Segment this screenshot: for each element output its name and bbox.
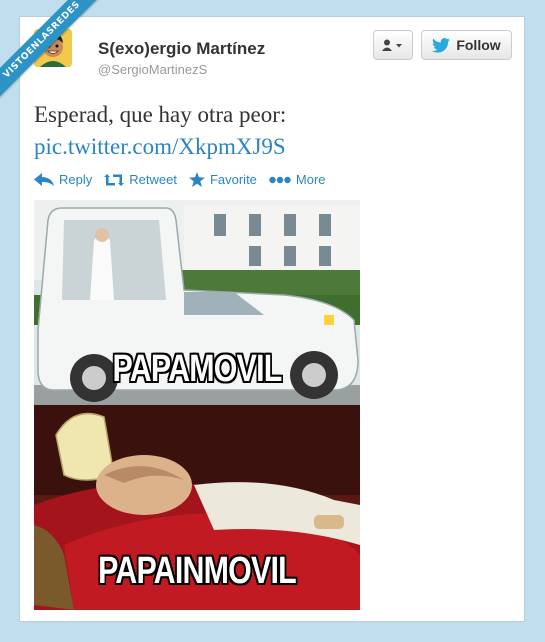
twitter-bird-icon [432,37,451,53]
reply-icon [34,172,54,186]
retweet-label: Retweet [129,172,177,187]
more-action[interactable]: More [269,172,326,187]
display-name[interactable]: S(exo)ergio Martínez [98,39,265,59]
reply-label: Reply [59,172,93,187]
user-dropdown-icon [382,39,402,51]
meme-caption-top: PAPAMOVIL [112,348,282,390]
follow-label: Follow [456,37,501,53]
more-icon [269,176,291,183]
follow-button[interactable]: Follow [421,30,512,60]
retweet-icon [104,173,125,186]
watermark-ribbon: VISTOENLASREDES [0,0,110,110]
screen-name[interactable]: @SergioMartinezS [98,62,207,77]
retweet-action[interactable]: Retweet [104,172,177,187]
tweet-actions: Reply Retweet Favorite More [34,172,326,187]
star-icon [188,172,205,187]
watermark-text: VISTOENLASREDES [0,0,106,104]
meme-panel-bottom: PAPAINMOVIL [34,405,360,610]
meme-caption-bottom: PAPAINMOVIL [98,550,297,592]
reply-action[interactable]: Reply [34,172,92,187]
tweet-media-link[interactable]: pic.twitter.com/XkpmXJ9S [34,131,286,163]
more-label: More [295,172,326,187]
favorite-action[interactable]: Favorite [188,172,257,187]
meme-panel-top: PAPAMOVIL [34,200,360,405]
favorite-label: Favorite [209,172,257,187]
tweet-media[interactable]: PAPAMOVIL PAPAINMOVIL [34,200,360,610]
user-dropdown-button[interactable] [373,30,413,60]
